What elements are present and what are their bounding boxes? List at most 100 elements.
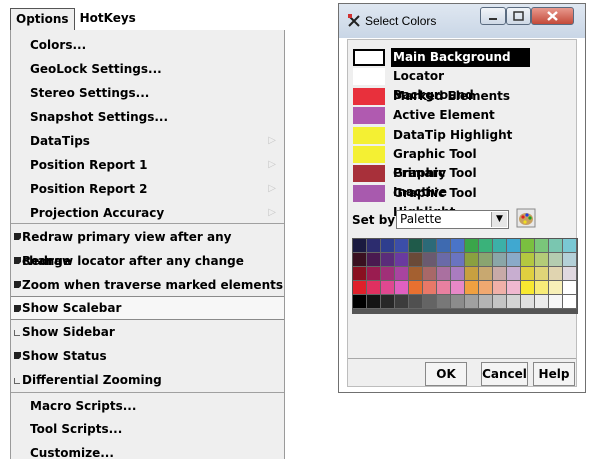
palette-cell[interactable]: [549, 295, 563, 309]
palette-cell[interactable]: [521, 267, 535, 281]
color-item-graphic-tool-primary[interactable]: Graphic Tool Primary: [352, 145, 532, 180]
palette-cell[interactable]: [479, 239, 493, 253]
palette-cell[interactable]: [353, 295, 367, 309]
menu-item-colors[interactable]: Colors...: [11, 33, 284, 57]
menu-item-projection-accuracy[interactable]: Projection Accuracy ▷: [11, 201, 284, 225]
palette-cell[interactable]: [395, 267, 409, 281]
palette-cell[interactable]: [535, 267, 549, 281]
palette-cell[interactable]: [409, 281, 423, 295]
palette-cell[interactable]: [437, 295, 451, 309]
cancel-button[interactable]: Cancel: [481, 362, 528, 386]
menu-item-show-status[interactable]: Show Status: [11, 344, 284, 368]
color-item-main-background[interactable]: Main Background: [352, 48, 532, 67]
palette-cell[interactable]: [451, 295, 465, 309]
palette-cell[interactable]: [367, 267, 381, 281]
color-item-active-element[interactable]: Active Element: [352, 106, 532, 125]
color-item-datatip-highlight[interactable]: DataTip Highlight: [352, 126, 532, 145]
palette-cell[interactable]: [367, 239, 381, 253]
palette-cell[interactable]: [395, 281, 409, 295]
menu-item-macro-scripts[interactable]: Macro Scripts...: [11, 394, 284, 418]
palette-cell[interactable]: [563, 295, 577, 309]
palette-cell[interactable]: [535, 295, 549, 309]
palette-cell[interactable]: [409, 253, 423, 267]
palette-cell[interactable]: [353, 239, 367, 253]
palette-cell[interactable]: [451, 267, 465, 281]
menu-item-show-scalebar[interactable]: Show Scalebar: [11, 296, 284, 320]
palette-cell[interactable]: [563, 253, 577, 267]
palette-cell[interactable]: [549, 253, 563, 267]
palette-cell[interactable]: [521, 253, 535, 267]
palette-cell[interactable]: [367, 253, 381, 267]
palette-cell[interactable]: [479, 267, 493, 281]
palette-cell[interactable]: [409, 295, 423, 309]
color-item-graphic-tool-inactive[interactable]: Graphic Tool Inactive: [352, 164, 532, 199]
palette-cell[interactable]: [493, 267, 507, 281]
menu-item-customize[interactable]: Customize...: [11, 441, 284, 465]
palette-cell[interactable]: [493, 295, 507, 309]
palette-icon[interactable]: [516, 208, 536, 228]
palette-cell[interactable]: [521, 281, 535, 295]
menu-item-datatips[interactable]: DataTips ▷: [11, 129, 284, 153]
maximize-button[interactable]: [506, 7, 531, 25]
palette-cell[interactable]: [563, 281, 577, 295]
palette-cell[interactable]: [367, 295, 381, 309]
palette-cell[interactable]: [465, 267, 479, 281]
set-by-select[interactable]: Palette ▼: [396, 210, 509, 229]
palette-cell[interactable]: [493, 239, 507, 253]
menu-item-position-report-1[interactable]: Position Report 1 ▷: [11, 153, 284, 177]
palette-cell[interactable]: [479, 295, 493, 309]
palette-cell[interactable]: [395, 239, 409, 253]
palette-cell[interactable]: [521, 239, 535, 253]
palette-cell[interactable]: [423, 267, 437, 281]
palette-cell[interactable]: [437, 281, 451, 295]
palette-cell[interactable]: [381, 253, 395, 267]
palette-cell[interactable]: [409, 267, 423, 281]
palette-cell[interactable]: [353, 267, 367, 281]
palette-cell[interactable]: [395, 295, 409, 309]
menu-item-zoom-when-traverse-marked-elements[interactable]: Zoom when traverse marked elements: [11, 273, 284, 297]
palette-cell[interactable]: [549, 281, 563, 295]
close-button[interactable]: [531, 7, 574, 25]
palette-cell[interactable]: [549, 267, 563, 281]
color-item-locator-background[interactable]: Locator Background: [352, 67, 532, 102]
ok-button[interactable]: OK: [425, 362, 467, 386]
palette-cell[interactable]: [549, 239, 563, 253]
palette-cell[interactable]: [507, 253, 521, 267]
palette-cell[interactable]: [451, 239, 465, 253]
palette-cell[interactable]: [381, 239, 395, 253]
palette-cell[interactable]: [437, 253, 451, 267]
palette-cell[interactable]: [465, 295, 479, 309]
palette-cell[interactable]: [381, 267, 395, 281]
palette-cell[interactable]: [535, 281, 549, 295]
palette-cell[interactable]: [437, 239, 451, 253]
dropdown-arrow-icon[interactable]: ▼: [491, 212, 507, 227]
palette-cell[interactable]: [367, 281, 381, 295]
title-bar[interactable]: Select Colors: [339, 4, 585, 38]
palette-cell[interactable]: [465, 239, 479, 253]
color-item-graphic-tool-highlight[interactable]: Graphic Tool Highlight: [352, 184, 532, 219]
help-button[interactable]: Help: [533, 362, 575, 386]
palette-cell[interactable]: [409, 239, 423, 253]
menu-item-redraw-primary-view-after-any-change[interactable]: Redraw primary view after any change: [11, 225, 284, 268]
palette-cell[interactable]: [521, 295, 535, 309]
menu-item-snapshot-settings[interactable]: Snapshot Settings...: [11, 105, 284, 129]
palette-cell[interactable]: [451, 253, 465, 267]
palette-cell[interactable]: [423, 239, 437, 253]
palette-cell[interactable]: [563, 267, 577, 281]
palette-cell[interactable]: [479, 253, 493, 267]
palette-cell[interactable]: [465, 253, 479, 267]
palette-cell[interactable]: [535, 253, 549, 267]
palette-cell[interactable]: [423, 253, 437, 267]
palette-cell[interactable]: [465, 281, 479, 295]
palette-cell[interactable]: [353, 281, 367, 295]
menubar-options[interactable]: Options: [10, 8, 75, 30]
palette-cell[interactable]: [395, 253, 409, 267]
menu-item-show-sidebar[interactable]: Show Sidebar: [11, 320, 284, 344]
palette-cell[interactable]: [423, 295, 437, 309]
palette-cell[interactable]: [451, 281, 465, 295]
palette-cell[interactable]: [437, 267, 451, 281]
palette-cell[interactable]: [507, 281, 521, 295]
palette-cell[interactable]: [563, 239, 577, 253]
palette-cell[interactable]: [507, 295, 521, 309]
palette-cell[interactable]: [535, 239, 549, 253]
